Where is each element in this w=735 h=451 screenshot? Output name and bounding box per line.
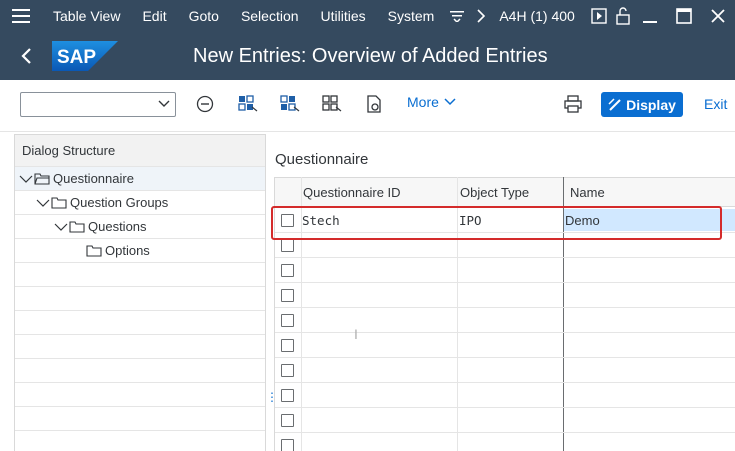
display-label: Display	[626, 96, 676, 113]
table-header: Questionnaire ID Object Type Name	[275, 177, 735, 207]
column-header-name[interactable]: Name	[570, 185, 605, 200]
more-button[interactable]: More	[407, 94, 456, 110]
questionnaire-table: Questionnaire ID Object Type Name Stech …	[274, 177, 735, 451]
chevron-down-icon[interactable]	[19, 174, 33, 184]
object-type-cell[interactable]: IPO	[459, 213, 482, 228]
maximize-icon[interactable]	[667, 0, 701, 32]
tree-node-label: Question Groups	[70, 195, 169, 210]
table-title: Questionnaire	[275, 151, 369, 168]
command-combo[interactable]	[20, 92, 176, 117]
tree-node-options[interactable]: Options	[15, 239, 265, 263]
exit-button[interactable]: Exit	[704, 96, 727, 112]
row-select-checkbox[interactable]	[281, 214, 294, 227]
tree-empty-row	[15, 287, 265, 311]
column-header-questionnaire-id[interactable]: Questionnaire ID	[303, 185, 401, 200]
tree-empty-row	[15, 263, 265, 287]
menu-edit[interactable]: Edit	[131, 0, 177, 32]
menu-table-view[interactable]: Table View	[42, 0, 131, 32]
row-select-checkbox[interactable]	[281, 339, 294, 352]
text-cursor-icon: I	[354, 326, 358, 342]
delete-entry-icon[interactable]	[193, 93, 217, 115]
unlock-icon[interactable]	[611, 0, 635, 32]
table-row[interactable]	[275, 358, 735, 383]
questionnaire-id-cell[interactable]: Stech	[302, 213, 340, 228]
hamburger-menu-icon[interactable]	[0, 0, 42, 32]
system-info: A4H (1) 400	[499, 8, 575, 24]
folder-icon	[69, 220, 85, 233]
play-icon[interactable]	[587, 0, 611, 32]
tree-node-question-groups[interactable]: Question Groups	[15, 191, 265, 215]
chevron-down-icon[interactable]	[54, 222, 68, 232]
row-select-checkbox[interactable]	[281, 439, 294, 451]
chevron-down-icon[interactable]	[36, 198, 50, 208]
tree-node-questionnaire[interactable]: Questionnaire	[15, 167, 265, 191]
table-row[interactable]	[275, 308, 735, 333]
dialog-structure-panel: Dialog Structure Questionnaire Question …	[14, 134, 266, 451]
menu-system[interactable]: System	[377, 0, 446, 32]
table-row[interactable]	[275, 433, 735, 451]
row-select-checkbox[interactable]	[281, 414, 294, 427]
menu-selection[interactable]: Selection	[230, 0, 310, 32]
folder-icon	[51, 196, 67, 209]
title-bar: SAP New Entries: Overview of Added Entri…	[0, 32, 735, 80]
tree-node-questions[interactable]: Questions	[15, 215, 265, 239]
deselect-all-icon[interactable]	[320, 93, 344, 115]
back-button[interactable]	[0, 32, 52, 80]
document-settings-icon[interactable]	[362, 93, 386, 115]
row-select-checkbox[interactable]	[281, 264, 294, 277]
close-icon[interactable]	[701, 0, 735, 32]
folder-icon	[86, 244, 102, 257]
tree-empty-row	[15, 311, 265, 335]
table-row[interactable]: Stech IPO Demo	[275, 208, 735, 233]
name-cell[interactable]: Demo	[565, 213, 600, 228]
select-block-icon[interactable]	[278, 93, 302, 115]
tree-node-label: Questions	[88, 219, 147, 234]
print-icon[interactable]	[561, 93, 585, 115]
table-row[interactable]	[275, 383, 735, 408]
table-row[interactable]	[275, 258, 735, 283]
minimize-icon[interactable]	[633, 0, 667, 32]
table-row[interactable]	[275, 283, 735, 308]
tree-node-label: Questionnaire	[53, 171, 134, 186]
row-select-checkbox[interactable]	[281, 364, 294, 377]
tree-empty-row	[15, 335, 265, 359]
menu-goto[interactable]: Goto	[178, 0, 230, 32]
tree-empty-row	[15, 407, 265, 431]
dialog-structure-header: Dialog Structure	[15, 135, 265, 167]
tree-node-label: Options	[105, 243, 150, 258]
chevron-right-icon[interactable]	[469, 0, 493, 32]
menu-overflow-icon[interactable]	[445, 0, 469, 32]
page-title: New Entries: Overview of Added Entries	[193, 44, 548, 67]
more-label: More	[407, 94, 439, 110]
chevron-left-icon	[21, 48, 31, 64]
chevron-down-icon[interactable]	[157, 96, 171, 115]
row-select-checkbox[interactable]	[281, 239, 294, 252]
sap-logo: SAP	[52, 40, 118, 72]
chevron-down-icon	[444, 98, 456, 106]
application-toolbar: More Display Exit	[0, 80, 735, 132]
table-row[interactable]	[275, 333, 735, 358]
menu-utilities[interactable]: Utilities	[310, 0, 377, 32]
row-select-checkbox[interactable]	[281, 289, 294, 302]
table-row[interactable]	[275, 408, 735, 433]
row-select-checkbox[interactable]	[281, 314, 294, 327]
display-glasses-icon	[608, 97, 621, 111]
tree-empty-row	[15, 383, 265, 407]
menu-bar: Table View Edit Goto Selection Utilities…	[0, 0, 735, 32]
tree-empty-row	[15, 359, 265, 383]
column-header-object-type[interactable]: Object Type	[460, 185, 529, 200]
display-button[interactable]: Display	[601, 92, 683, 117]
row-select-checkbox[interactable]	[281, 389, 294, 402]
table-row[interactable]	[275, 233, 735, 258]
select-all-icon[interactable]	[236, 93, 260, 115]
folder-open-icon	[34, 172, 50, 185]
svg-text:SAP: SAP	[57, 47, 96, 68]
